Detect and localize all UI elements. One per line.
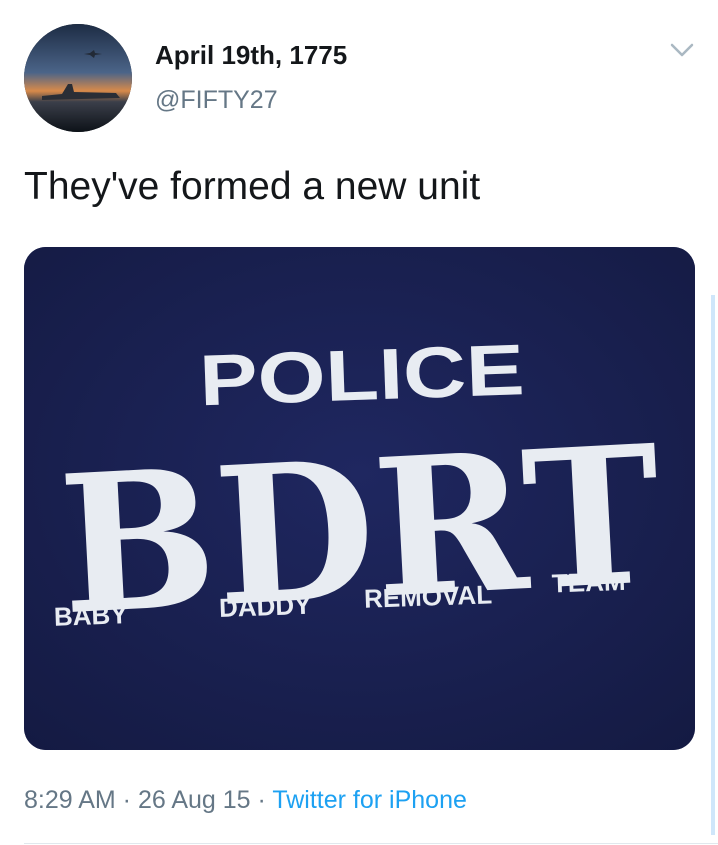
divider (24, 843, 718, 844)
tweet-date: 26 Aug 15 (137, 786, 251, 814)
user-handle[interactable]: @FIFTY27 (155, 86, 278, 115)
display-name[interactable]: April 19th, 1775 (155, 40, 347, 71)
avatar[interactable] (24, 24, 132, 132)
shirt-print: POLICE BDRT BABY DADDY REMOVAL TEAM (24, 247, 695, 750)
shirt-word-team: TEAM (551, 566, 626, 599)
meta-separator: · (115, 786, 138, 814)
shirt-line-bdrt: BDRT (55, 403, 666, 657)
chevron-down-icon[interactable] (668, 40, 696, 60)
meta-separator: · (250, 786, 273, 814)
tweet-media-image[interactable]: POLICE BDRT BABY DADDY REMOVAL TEAM (24, 247, 695, 750)
shirt-word-baby: BABY (53, 599, 128, 632)
tweet-time: 8:29 AM (24, 786, 116, 814)
tweet-text: They've formed a new unit (24, 165, 481, 208)
tweet-metadata: 8:29 AM · 26 Aug 15 · Twitter for iPhone (24, 786, 467, 815)
shirt-word-removal: REMOVAL (363, 579, 492, 613)
tweet-source-link[interactable]: Twitter for iPhone (272, 786, 467, 814)
scrollbar[interactable] (711, 295, 715, 835)
shirt-word-daddy: DADDY (218, 590, 311, 623)
avatar-image (24, 24, 132, 132)
shirt-line-police: POLICE (198, 330, 526, 421)
